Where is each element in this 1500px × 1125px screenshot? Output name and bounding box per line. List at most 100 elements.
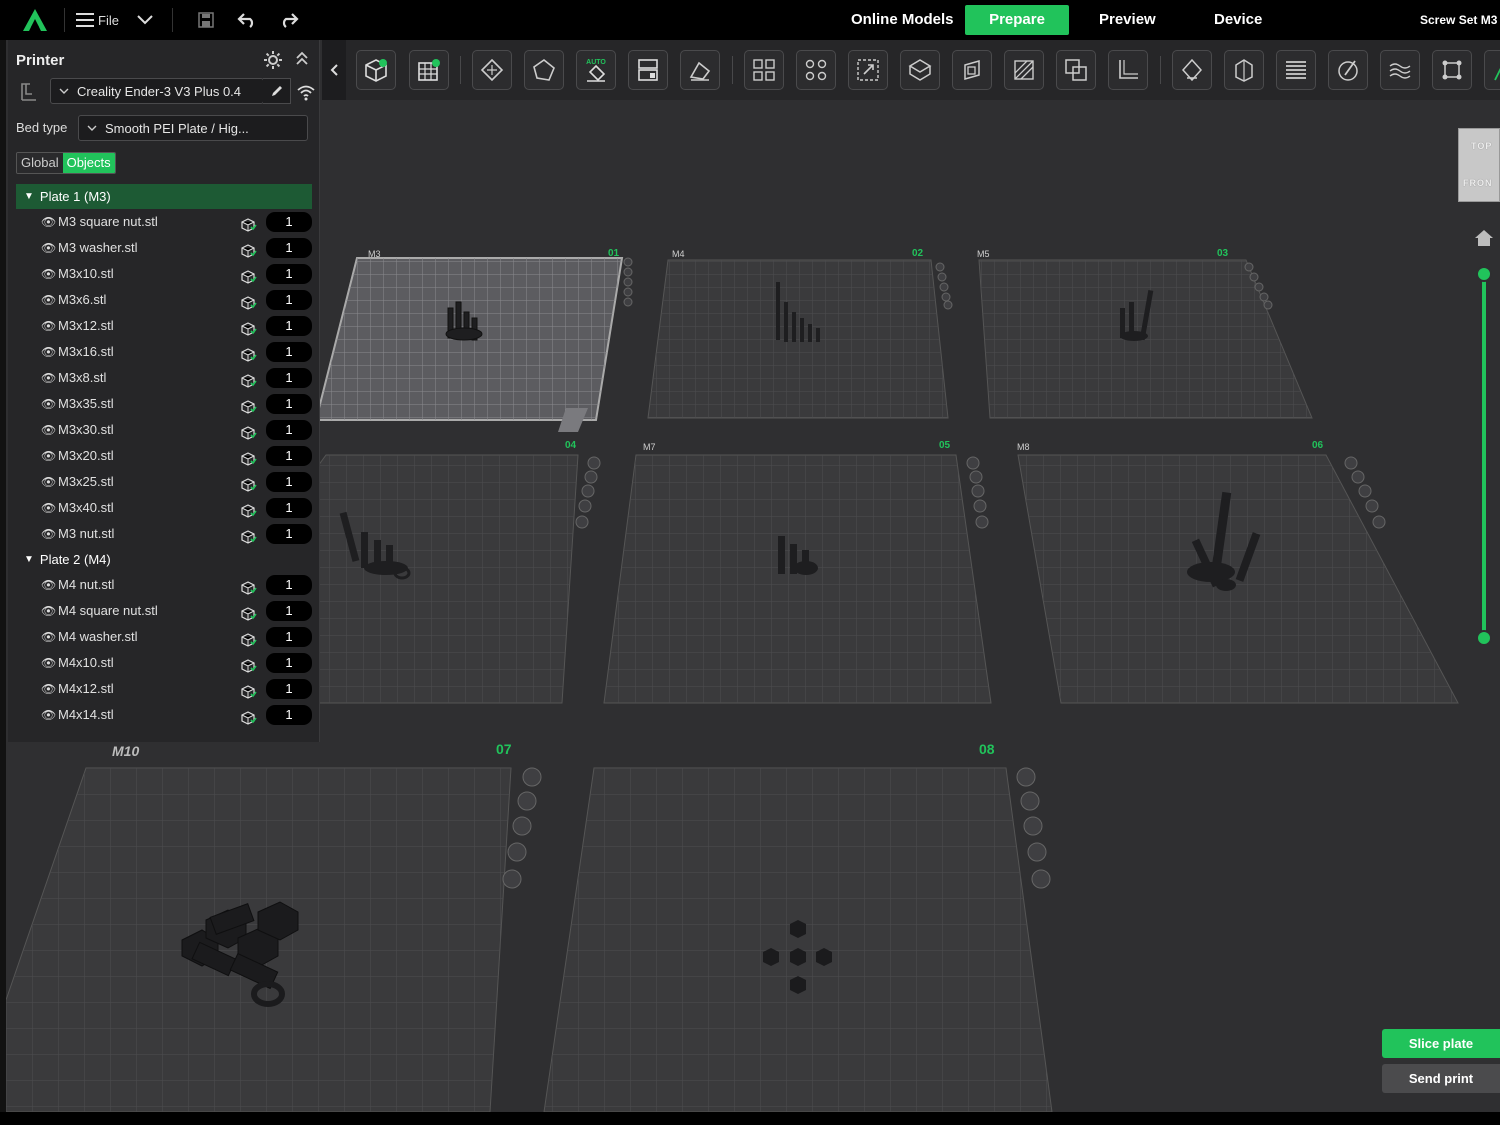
eye-icon[interactable]: 👁 (41, 495, 56, 521)
object-count[interactable]: 1 (266, 212, 312, 232)
object-count[interactable]: 1 (266, 498, 312, 518)
add-plate-button[interactable] (409, 50, 449, 90)
send-print-button[interactable]: Send print (1382, 1064, 1500, 1093)
object-settings-icon[interactable] (241, 682, 257, 699)
object-count[interactable]: 1 (266, 524, 312, 544)
plate-03-name[interactable]: M5 (977, 249, 990, 259)
edit-printer-button[interactable] (263, 78, 291, 104)
object-count[interactable]: 1 (266, 264, 312, 284)
object-count[interactable]: 1 (266, 705, 312, 725)
arrange-plate-button[interactable] (628, 50, 668, 90)
text-emboss-button[interactable] (1380, 50, 1420, 90)
object-row[interactable]: 👁 M4 washer.stl 1 (16, 624, 312, 650)
plate-06-name[interactable]: M8 (1017, 442, 1030, 452)
eye-icon[interactable]: 👁 (41, 261, 56, 287)
tab-global[interactable]: Global (17, 153, 63, 173)
measure-button[interactable] (1108, 50, 1148, 90)
save-button[interactable] (195, 9, 217, 31)
view-cube[interactable]: TOP FRON (1458, 128, 1500, 202)
auto-arrange-button[interactable]: AUTO (576, 50, 616, 90)
object-count[interactable]: 1 (266, 653, 312, 673)
eye-icon[interactable]: 👁 (41, 650, 56, 676)
eye-icon[interactable]: 👁 (41, 391, 56, 417)
object-settings-icon[interactable] (241, 371, 257, 388)
object-settings-icon[interactable] (241, 630, 257, 647)
gear-icon[interactable] (263, 50, 283, 70)
object-count[interactable]: 1 (266, 238, 312, 258)
object-count[interactable]: 1 (266, 394, 312, 414)
object-row[interactable]: 👁 M4x10.stl 1 (16, 650, 312, 676)
lay-on-face-button[interactable] (524, 50, 564, 90)
object-row[interactable]: 👁 M3x35.stl 1 (16, 391, 312, 417)
undo-button[interactable] (236, 9, 258, 31)
object-settings-icon[interactable] (241, 475, 257, 492)
object-count[interactable]: 1 (266, 472, 312, 492)
object-settings-icon[interactable] (241, 241, 257, 258)
scale-button[interactable] (848, 50, 888, 90)
expand-triangle-icon[interactable]: ▼ (24, 184, 34, 209)
object-count[interactable]: 1 (266, 342, 312, 362)
eye-icon[interactable]: 👁 (41, 313, 56, 339)
eye-icon[interactable]: 👁 (41, 365, 56, 391)
plate-group-2[interactable]: ▼ Plate 2 (M4) (16, 547, 312, 572)
eye-icon[interactable]: 👁 (41, 417, 56, 443)
wifi-icon[interactable] (296, 82, 316, 102)
layer-height-button[interactable] (1276, 50, 1316, 90)
shell-button[interactable] (900, 50, 940, 90)
object-row[interactable]: 👁 M3x30.stl 1 (16, 417, 312, 443)
object-settings-icon[interactable] (241, 293, 257, 310)
assembly-button[interactable] (1432, 50, 1472, 90)
printer-select[interactable]: Creality Ender-3 V3 Plus 0.4 (50, 78, 264, 104)
object-row[interactable]: 👁 M3 square nut.stl 1 (16, 209, 312, 235)
plate-05-name[interactable]: M7 (643, 442, 656, 452)
eye-icon[interactable]: 👁 (41, 339, 56, 365)
home-icon[interactable] (1474, 228, 1494, 248)
object-count[interactable]: 1 (266, 446, 312, 466)
slice-plate-button[interactable]: Slice plate (1382, 1029, 1500, 1058)
object-row[interactable]: 👁 M3x10.stl 1 (16, 261, 312, 287)
object-row[interactable]: 👁 M3x16.stl 1 (16, 339, 312, 365)
object-count[interactable]: 1 (266, 601, 312, 621)
plate-05[interactable] (603, 454, 992, 704)
object-settings-icon[interactable] (241, 345, 257, 362)
eye-icon[interactable]: 👁 (41, 287, 56, 313)
object-settings-icon[interactable] (241, 527, 257, 544)
object-settings-icon[interactable] (241, 397, 257, 414)
plate-08[interactable] (543, 767, 1053, 1112)
plate-01-name[interactable]: M3 (368, 249, 381, 259)
split-parts-button[interactable] (796, 50, 836, 90)
eye-icon[interactable]: 👁 (41, 598, 56, 624)
view-cube-front[interactable]: FRON (1463, 178, 1493, 188)
object-settings-icon[interactable] (241, 578, 257, 595)
object-count[interactable]: 1 (266, 420, 312, 440)
boolean-button[interactable] (1056, 50, 1096, 90)
object-row[interactable]: 👁 M3x8.stl 1 (16, 365, 312, 391)
object-count[interactable]: 1 (266, 679, 312, 699)
tab-preview[interactable]: Preview (1085, 5, 1170, 35)
split-objects-button[interactable] (744, 50, 784, 90)
orient-button[interactable] (472, 50, 512, 90)
redo-button[interactable] (278, 9, 300, 31)
cut-button[interactable] (1004, 50, 1044, 90)
object-count[interactable]: 1 (266, 316, 312, 336)
object-count[interactable]: 1 (266, 575, 312, 595)
plate-settings-button[interactable] (680, 50, 720, 90)
object-row[interactable]: 👁 M4x14.stl 1 (16, 702, 312, 728)
object-row[interactable]: 👁 M3 nut.stl 1 (16, 521, 312, 547)
object-settings-icon[interactable] (241, 449, 257, 466)
eye-icon[interactable]: 👁 (41, 443, 56, 469)
object-row[interactable]: 👁 M4 square nut.stl 1 (16, 598, 312, 624)
eye-icon[interactable]: 👁 (41, 209, 56, 235)
expand-triangle-icon[interactable]: ▼ (24, 547, 34, 572)
tab-prepare[interactable]: Prepare (965, 5, 1069, 35)
plate-07-name[interactable]: M10 (112, 743, 139, 759)
object-settings-icon[interactable] (241, 708, 257, 725)
bed-type-select[interactable]: Smooth PEI Plate / Hig... (78, 115, 308, 141)
tab-device[interactable]: Device (1200, 5, 1276, 35)
object-settings-icon[interactable] (241, 604, 257, 621)
object-row[interactable]: 👁 M4x12.stl 1 (16, 676, 312, 702)
layer-slider-track[interactable] (1482, 274, 1486, 638)
object-row[interactable]: 👁 M3x20.stl 1 (16, 443, 312, 469)
object-settings-icon[interactable] (241, 215, 257, 232)
menu-dropdown-button[interactable] (134, 9, 156, 31)
